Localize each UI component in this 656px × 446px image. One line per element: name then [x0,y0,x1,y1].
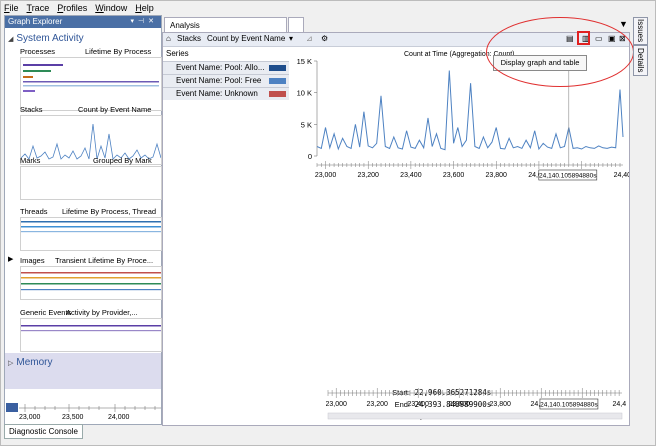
pin-icon[interactable]: ⊣ [138,18,148,25]
tab-issues[interactable]: Issues [633,17,648,45]
ge-axis-tick-1: 23,000 [19,414,41,421]
timeline-tick-label: 23,400 [407,401,429,408]
x-tick-label: 24,400 [614,172,629,179]
highlight-box [577,31,590,45]
menu-profiles[interactable]: Profiles [57,3,87,15]
processes-thumbnail-graph [23,64,159,92]
x-tick-label: 23,200 [358,172,380,179]
series-name: Event Name: Unknown [176,89,258,98]
marks-view-label: Grouped By Mark [93,156,152,165]
graph-explorer-title-bar: Graph Explorer ▾⊣✕ [5,16,161,28]
tab-details[interactable]: Details [633,45,648,76]
menu-window[interactable]: Window [95,3,127,15]
x-tick-label: 23,400 [400,172,422,179]
tab-new[interactable] [288,17,304,33]
y-tick-label: 10 K [297,89,312,98]
threads-thumbnail-graph [21,221,161,233]
view-preset-select[interactable]: Count by Event Name [207,34,285,43]
timeline-cursor-label: 24,140.105894880s [540,402,598,409]
generic-events-label: Generic Events [20,308,72,317]
memory-header[interactable]: ▷ Memory [8,357,53,368]
highlight-annotation [486,17,634,87]
collapse-arrow-icon[interactable]: ◢ [8,36,13,43]
marks-label: Marks [20,156,41,165]
graph-explorer-title: Graph Explorer [8,17,63,26]
processes-label: Processes [20,47,56,56]
timeline-tick-label: 23,600 [449,401,471,408]
processes-thumbnail[interactable] [20,57,162,111]
series-row[interactable]: Event Name: Unknown [163,87,289,100]
chevron-down-icon[interactable]: ▾ [289,34,293,43]
series-header: Series [166,49,189,58]
graph-title: Stacks [177,34,202,43]
images-expand-icon[interactable]: ▶ [8,255,13,263]
tab-overflow-icon[interactable]: ▼ [619,19,628,29]
timeline-tick-label: 23,200 [366,401,388,408]
threads-label: Threads [20,207,48,216]
generic-events-thumbnail[interactable] [20,318,162,352]
series-legend: Series Event Name: Pool: Allo... Event N… [163,47,290,187]
system-activity-label: System Activity [16,33,84,44]
menu-trace[interactable]: Trace [27,3,50,15]
settings-icon[interactable]: ⚙ [321,34,328,43]
x-tick-label: 23,600 [443,172,465,179]
memory-section[interactable]: ▷ Memory [5,353,161,389]
ge-axis-tick-2: 23,500 [62,414,84,421]
y-tick-label: 0 [308,152,312,161]
dropdown-icon[interactable]: ▾ [131,18,139,25]
x-tick-label: 23,000 [315,172,337,179]
images-thumbnail[interactable] [20,266,162,300]
memory-label: Memory [16,357,53,368]
cursor-label: 24,140.105894880s [539,173,597,180]
threads-view-label: Lifetime By Process, Thread [62,207,157,216]
series-swatch [269,65,286,71]
marks-thumbnail[interactable] [20,166,162,200]
series-swatch [269,78,286,84]
threads-thumbnail[interactable] [20,217,162,251]
processes-view-label: Lifetime By Process [85,47,152,56]
home-icon[interactable]: ⌂ [166,34,171,43]
generic-events-view-label: Activity by Provider,... [66,308,138,317]
series-name: Event Name: Pool: Allo... [176,63,265,72]
stacks-label: Stacks [20,105,43,114]
close-icon[interactable]: ✕ [148,18,158,25]
series-row[interactable]: Event Name: Pool: Free [163,74,289,87]
images-view-label: Transient Lifetime By Proce... [55,256,154,265]
ge-axis-tick-3: 24,000 [108,414,130,421]
graph-explorer-axis: 23,000 23,500 24,000 [5,400,161,424]
graph-options-icon[interactable]: ⊿ [306,34,313,43]
timeline-tick-label: 23,000 [326,401,347,408]
series-name: Event Name: Pool: Free [176,76,262,85]
timeline-ruler[interactable]: 23,00023,20023,40023,60023,80024,00024,2… [326,385,626,423]
analysis-view: ⌂ Stacks Count by Event Name ▾ ⊿ ⚙ ▤ ▥ ▭… [162,32,635,426]
menu-file[interactable]: File [4,3,19,15]
graph-explorer-panel: Graph Explorer ▾⊣✕ ◢ System Activity Proc… [4,15,162,425]
timeline-scrollbar [327,412,623,420]
y-tick-label: 15 K [297,57,312,66]
series-row[interactable]: Event Name: Pool: Allo... [163,61,289,74]
system-activity-header[interactable]: ◢ System Activity [8,33,84,44]
x-tick-label: 23,800 [486,172,508,179]
timeline-tick-label: 23,800 [490,401,512,408]
series-swatch [269,91,286,97]
timeline-tick-label: 24,400 [613,401,626,408]
tab-analysis[interactable]: Analysis [164,17,287,32]
images-label: Images [20,256,45,265]
generic-events-thumbnail-graph [21,325,161,332]
menu-help[interactable]: Help [135,3,154,15]
stacks-view-label: Count by Event Name [78,105,152,114]
images-thumbnail-graph [21,272,161,291]
menu-bar: File Trace Profiles Window Help [4,3,154,15]
y-tick-label: 5 K [301,120,312,129]
expand-arrow-icon[interactable]: ▷ [8,360,13,367]
diagnostic-console-button[interactable]: Diagnostic Console [4,424,83,439]
